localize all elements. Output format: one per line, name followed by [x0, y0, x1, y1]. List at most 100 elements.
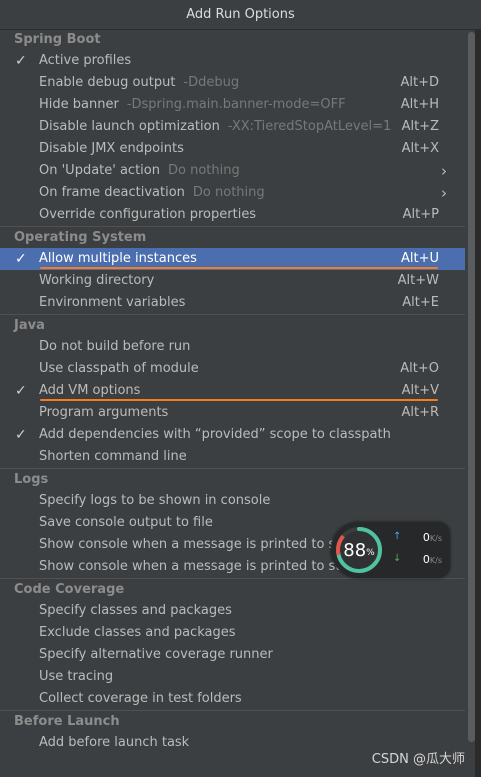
option-label-text: Override configuration properties [39, 207, 257, 222]
option-label-text: Program arguments [39, 405, 169, 420]
option-label-text: Environment variables [39, 295, 186, 310]
option-specify-classes-and-packages[interactable]: Specify classes and packages [0, 600, 465, 622]
option-use-classpath-of-module[interactable]: Use classpath of module Alt+O [0, 358, 465, 380]
option-label: Shorten command line [39, 446, 187, 468]
cpu-percent-unit: % [366, 548, 375, 558]
option-shortcut: Alt+O [400, 361, 439, 376]
option-label-text: On frame deactivation [39, 185, 185, 200]
cpu-percent: 88% [334, 525, 384, 575]
option-label: Add before launch task [39, 732, 189, 754]
chevron-right-icon: › [441, 162, 447, 180]
option-label: Active profiles [39, 50, 131, 72]
option-collect-coverage-in-test-folders[interactable]: Collect coverage in test folders [0, 688, 465, 710]
section-header-code-coverage: Code Coverage [0, 578, 465, 600]
section-header-before-launch: Before Launch [0, 710, 465, 732]
option-label-text: Hide banner [39, 97, 119, 112]
run-options-list: Spring Boot ✓ Active profiles Enable debug … [0, 29, 465, 754]
option-label-text: Add dependencies with “provided” scope t… [39, 427, 391, 442]
cpu-percent-value: 88 [343, 539, 367, 561]
option-label: Specify classes and packages [39, 600, 232, 622]
option-label: Collect coverage in test folders [39, 688, 242, 710]
option-label-text: Shorten command line [39, 449, 187, 464]
option-working-directory[interactable]: Working directory Alt+W [0, 270, 465, 292]
option-environment-variables[interactable]: Environment variables Alt+E [0, 292, 465, 314]
option-label-text: Use tracing [39, 669, 114, 684]
watermark: CSDN @瓜大师 [371, 752, 465, 767]
option-shortcut: Alt+W [397, 273, 439, 288]
option-label: On 'Update' action Do nothing [39, 160, 240, 182]
option-label-text: Use classpath of module [39, 361, 199, 376]
option-label: Environment variables [39, 292, 185, 314]
option-hint: Do nothing [192, 185, 265, 200]
option-label: Hide banner -Dspring.main.banner-mode=OFF [39, 94, 346, 116]
vertical-scrollbar[interactable] [468, 32, 475, 742]
section-header-java: Java [0, 314, 465, 336]
upload-arrow-icon: ↑ [393, 531, 402, 542]
option-label: Use classpath of module [39, 358, 199, 380]
option-specify-alternative-coverage-runner[interactable]: Specify alternative coverage runner [0, 644, 465, 666]
option-hint: -XX:TieredStopAtLevel=1 [227, 119, 392, 134]
upload-unit: K/s [429, 534, 442, 543]
option-hint: -Ddebug [183, 75, 240, 90]
option-override-configuration-properties[interactable]: Override configuration properties Alt+P [0, 204, 465, 226]
option-label: Specify logs to be shown in console [39, 490, 270, 512]
section-header-spring-boot: Spring Boot [14, 32, 101, 47]
download-value: 0 [422, 553, 430, 566]
upload-value: 0 [422, 531, 430, 544]
option-label: Show console when a message is printed t… [39, 534, 370, 556]
option-label-text: Disable JMX endpoints [39, 141, 184, 156]
chevron-right-icon: › [441, 184, 447, 202]
option-exclude-classes-and-packages[interactable]: Exclude classes and packages [0, 622, 465, 644]
download-rate: ↓ 0K/s [391, 553, 446, 571]
option-shorten-command-line[interactable]: Shorten command line [0, 446, 465, 468]
option-disable-jmx-endpoints[interactable]: Disable JMX endpoints Alt+X [0, 138, 465, 160]
option-shortcut: Alt+R [401, 405, 439, 420]
option-label-text: Add before launch task [39, 735, 190, 750]
option-label-text: Add VM options [39, 383, 141, 398]
option-add-vm-options[interactable]: ✓ Add VM options Alt+V [0, 380, 465, 402]
option-disable-launch-optimization[interactable]: Disable launch optimization -XX:TieredSto… [0, 116, 465, 138]
option-label-text: Save console output to file [39, 515, 213, 530]
option-label: Exclude classes and packages [39, 622, 235, 644]
option-hint: -Dspring.main.banner-mode=OFF [126, 97, 346, 112]
option-label-text: Working directory [39, 273, 155, 288]
option-do-not-build-before-run[interactable]: Do not build before run [0, 336, 465, 358]
option-label: Show console when a message is printed t… [39, 556, 367, 578]
option-label: Override configuration properties [39, 204, 256, 226]
option-label-text: Show console when a message is printed t… [39, 537, 370, 552]
system-monitor-widget[interactable]: 88% ↑ 0K/s ↓ 0K/s [331, 522, 450, 578]
option-label-text: Specify logs to be shown in console [39, 493, 271, 508]
option-enable-debug-output[interactable]: Enable debug output -Ddebug Alt+D [0, 72, 465, 94]
option-label: Add dependencies with “provided” scope t… [39, 424, 391, 446]
option-label-text: Show console when a message is printed t… [39, 559, 368, 574]
checkmark-icon: ✓ [15, 383, 27, 399]
option-specify-logs-to-be-shown-in-console[interactable]: Specify logs to be shown in console [0, 490, 465, 512]
option-active-profiles[interactable]: ✓ Active profiles [0, 50, 465, 72]
option-shortcut: Alt+D [400, 75, 439, 90]
option-label-text: Allow multiple instances [39, 251, 197, 266]
section-header-operating-system: Operating System [0, 226, 465, 248]
background-editor-edge [475, 29, 481, 777]
option-label: Disable JMX endpoints [39, 138, 184, 160]
option-hide-banner[interactable]: Hide banner -Dspring.main.banner-mode=OFF… [0, 94, 465, 116]
option-on-update-action[interactable]: On 'Update' action Do nothing › [0, 160, 465, 182]
option-on-frame-deactivation[interactable]: On frame deactivation Do nothing › [0, 182, 465, 204]
section-header-logs: Logs [0, 468, 465, 490]
option-label: Disable launch optimization -XX:TieredSto… [39, 116, 391, 138]
highlight-underline [40, 267, 438, 269]
option-shortcut: Alt+P [402, 207, 439, 222]
option-allow-multiple-instances[interactable]: ✓ Allow multiple instances Alt+U [0, 248, 465, 270]
option-use-tracing[interactable]: Use tracing [0, 666, 465, 688]
option-add-dependencies-with-provided-scope-to-classpath[interactable]: ✓ Add dependencies with “provided” scope … [0, 424, 465, 446]
download-unit: K/s [429, 556, 442, 565]
option-label: Use tracing [39, 666, 113, 688]
option-shortcut: Alt+H [400, 97, 439, 112]
option-label-text: Specify classes and packages [39, 603, 232, 618]
option-label: Working directory [39, 270, 154, 292]
option-program-arguments[interactable]: Program arguments Alt+R [0, 402, 465, 424]
option-label: Do not build before run [39, 336, 190, 358]
option-label-text: Enable debug output [39, 75, 176, 90]
highlight-underline [40, 399, 438, 401]
option-label: Enable debug output -Ddebug [39, 72, 239, 94]
option-label: Program arguments [39, 402, 168, 424]
